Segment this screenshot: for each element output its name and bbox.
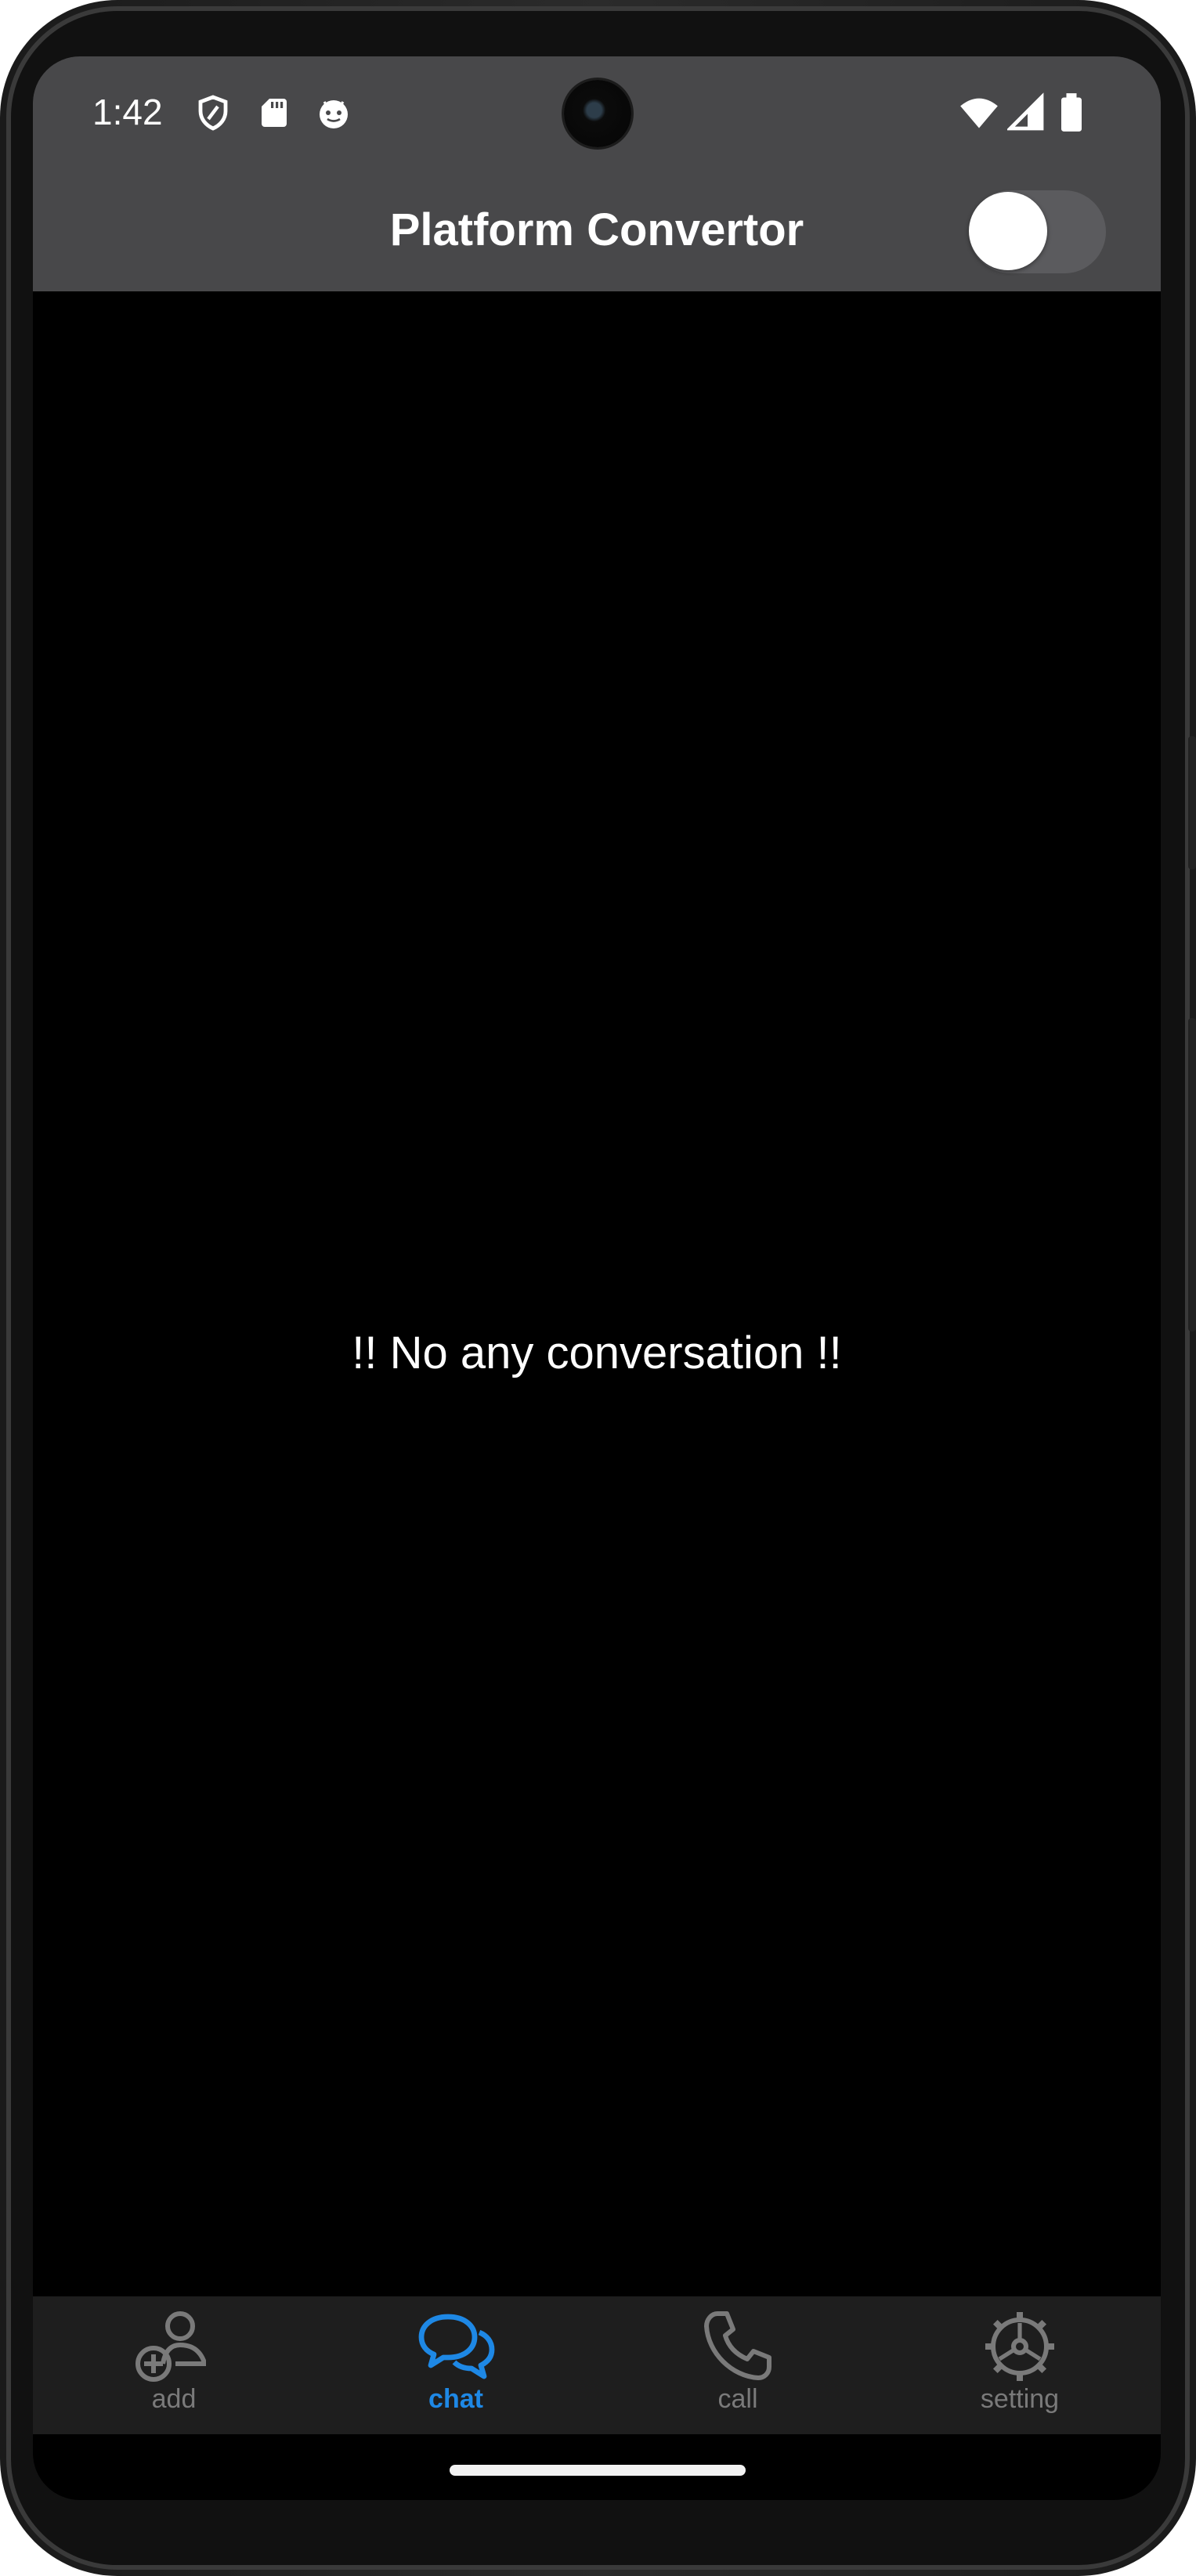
phone-icon[interactable] xyxy=(699,2307,777,2386)
gesture-navigation-bar[interactable] xyxy=(450,2465,746,2476)
platform-toggle[interactable] xyxy=(969,190,1106,273)
nav-item-chat[interactable]: chat xyxy=(315,2296,597,2434)
device-volume-button xyxy=(1188,1018,1196,1331)
chat-bubbles-icon[interactable] xyxy=(417,2307,495,2386)
sd-card-icon xyxy=(262,99,287,127)
conversation-list: !! No any conversation !! xyxy=(33,291,1161,2296)
android-face-icon xyxy=(320,100,348,128)
add-person-icon[interactable] xyxy=(135,2307,213,2386)
battery-icon xyxy=(1061,93,1082,132)
toggle-knob[interactable] xyxy=(969,192,1047,270)
front-camera xyxy=(564,80,631,147)
screen: 1:42 Platform Convertor !! No any conver… xyxy=(33,56,1161,2500)
app-bar: Platform Convertor xyxy=(33,174,1161,291)
status-time: 1:42 xyxy=(92,92,163,132)
nav-item-call[interactable]: call xyxy=(597,2296,879,2434)
shield-icon xyxy=(198,95,228,131)
cell-signal-icon xyxy=(1007,92,1044,131)
nav-label-chat: chat xyxy=(428,2384,483,2414)
empty-state-message: !! No any conversation !! xyxy=(352,1328,842,1378)
device-frame: 1:42 Platform Convertor !! No any conver… xyxy=(0,0,1196,2576)
nav-item-add[interactable]: add xyxy=(33,2296,315,2434)
nav-item-setting[interactable]: setting xyxy=(879,2296,1161,2434)
wifi-icon xyxy=(960,98,998,128)
status-bar: 1:42 xyxy=(33,56,1161,174)
nav-label-setting: setting xyxy=(980,2384,1060,2414)
gear-icon[interactable] xyxy=(981,2307,1059,2386)
device-power-button xyxy=(1188,736,1196,869)
nav-label-call: call xyxy=(717,2384,758,2414)
bottom-navigation: add chat call setting xyxy=(33,2296,1161,2434)
nav-label-add: add xyxy=(151,2384,197,2414)
